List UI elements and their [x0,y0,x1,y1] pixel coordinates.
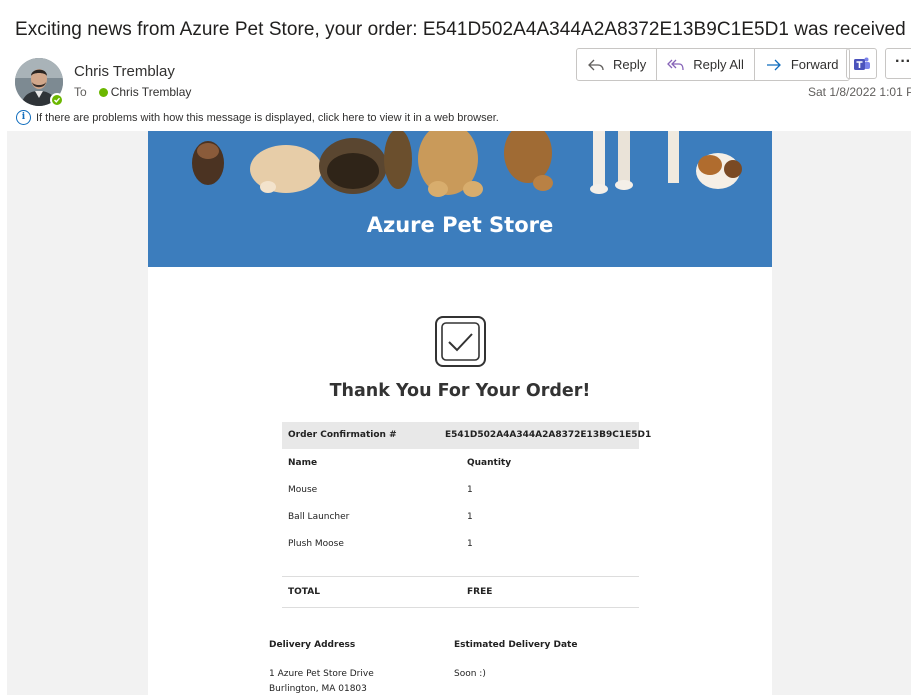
recipient-presence-icon [98,88,108,97]
table-row: Ball Launcher 1 [282,503,639,530]
table-row: Mouse 1 [282,476,639,503]
item-quantity: 1 [467,539,473,549]
checkbox-check-icon [435,316,486,367]
total-label: TOTAL [288,587,320,597]
estimated-delivery-value: Soon :) [454,669,486,679]
item-name: Ball Launcher [288,512,350,522]
item-quantity: 1 [467,485,473,495]
recipient-name[interactable]: Chris Tremblay [111,85,192,99]
teams-icon [853,57,870,70]
confirmation-label: Order Confirmation # [288,430,397,440]
reply-label: Reply [613,57,647,72]
forward-button[interactable]: Forward [755,49,849,80]
message-body: Azure Pet Store Thank You For Your Order… [7,131,911,695]
to-line: To Chris Tremblay [74,85,191,99]
display-problem-infobar[interactable]: i If there are problems with how this me… [16,110,499,125]
item-quantity: 1 [467,512,473,522]
store-name: Azure Pet Store [366,213,554,237]
store-banner: Azure Pet Store [148,131,772,267]
table-row: Plush Moose 1 [282,530,639,557]
reply-all-icon [667,59,684,70]
delivery-address-block: Delivery Address 1 Azure Pet Store Drive… [269,640,374,697]
to-label: To [74,85,87,99]
sender-name[interactable]: Chris Tremblay [74,63,175,80]
table-header-row: Name Quantity [282,449,639,476]
reply-button[interactable]: Reply [577,49,658,80]
received-date: Sat 1/8/2022 1:01 PM [808,85,911,99]
thank-you-heading: Thank You For Your Order! [329,381,591,401]
estimated-delivery-block: Estimated Delivery Date Soon :) [454,640,577,682]
estimated-delivery-label: Estimated Delivery Date [454,640,578,650]
delivery-address-label: Delivery Address [269,640,356,650]
reply-icon [588,59,604,70]
column-header-quantity: Quantity [467,458,512,468]
pets-banner-image [192,131,742,197]
reply-all-button[interactable]: Reply All [657,49,755,80]
order-table: Order Confirmation # E541D502A4A344A2A83… [282,422,651,557]
confirmation-number: E541D502A4A344A2A8372E13B9C1E5D1 [445,430,652,440]
reply-all-label: Reply All [693,57,744,72]
total-row: TOTAL FREE [282,576,639,608]
email-card: Azure Pet Store Thank You For Your Order… [148,131,772,695]
forward-label: Forward [790,57,839,72]
more-actions-button[interactable]: ··· [885,48,911,79]
teams-share-button[interactable] [846,48,877,79]
address-line-1: 1 Azure Pet Store Drive [269,669,374,679]
message-actions: Reply Reply All Forward [576,48,850,81]
confirmation-row: Order Confirmation # E541D502A4A344A2A83… [282,422,651,449]
total-value: FREE [467,587,493,597]
presence-available-icon [50,93,64,107]
email-subject: Exciting news from Azure Pet Store, your… [15,19,906,40]
infobar-text[interactable]: If there are problems with how this mess… [36,112,499,124]
column-header-name: Name [288,458,318,468]
item-name: Mouse [288,485,318,495]
info-icon: i [16,110,31,125]
item-name: Plush Moose [288,539,344,549]
forward-icon [766,59,781,70]
